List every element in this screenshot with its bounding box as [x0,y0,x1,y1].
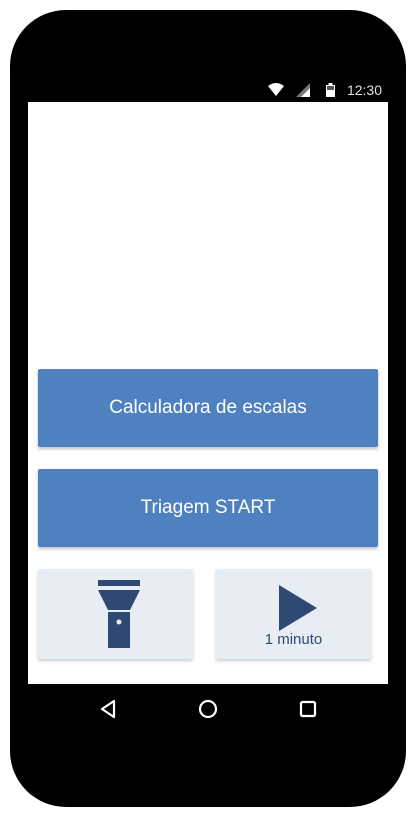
back-icon[interactable] [95,696,121,722]
flashlight-icon [98,580,140,648]
signal-icon [296,83,310,97]
triage-start-button[interactable]: Triagem START [38,469,378,547]
timer-label: 1 minuto [264,631,323,648]
status-bar: 12:30 [28,78,388,102]
timer-button[interactable]: 1 minuto [216,569,371,659]
play-icon [279,585,317,631]
app-screen: Calculadora de escalas Triagem START 1 m… [28,102,388,684]
scale-calculator-button[interactable]: Calculadora de escalas [38,369,378,447]
flashlight-button[interactable] [38,569,193,659]
home-icon[interactable] [195,696,221,722]
status-time: 12:30 [346,82,382,98]
recents-icon[interactable] [295,696,321,722]
battery-icon [326,83,335,97]
navigation-bar [28,684,388,734]
wifi-icon [268,83,284,96]
